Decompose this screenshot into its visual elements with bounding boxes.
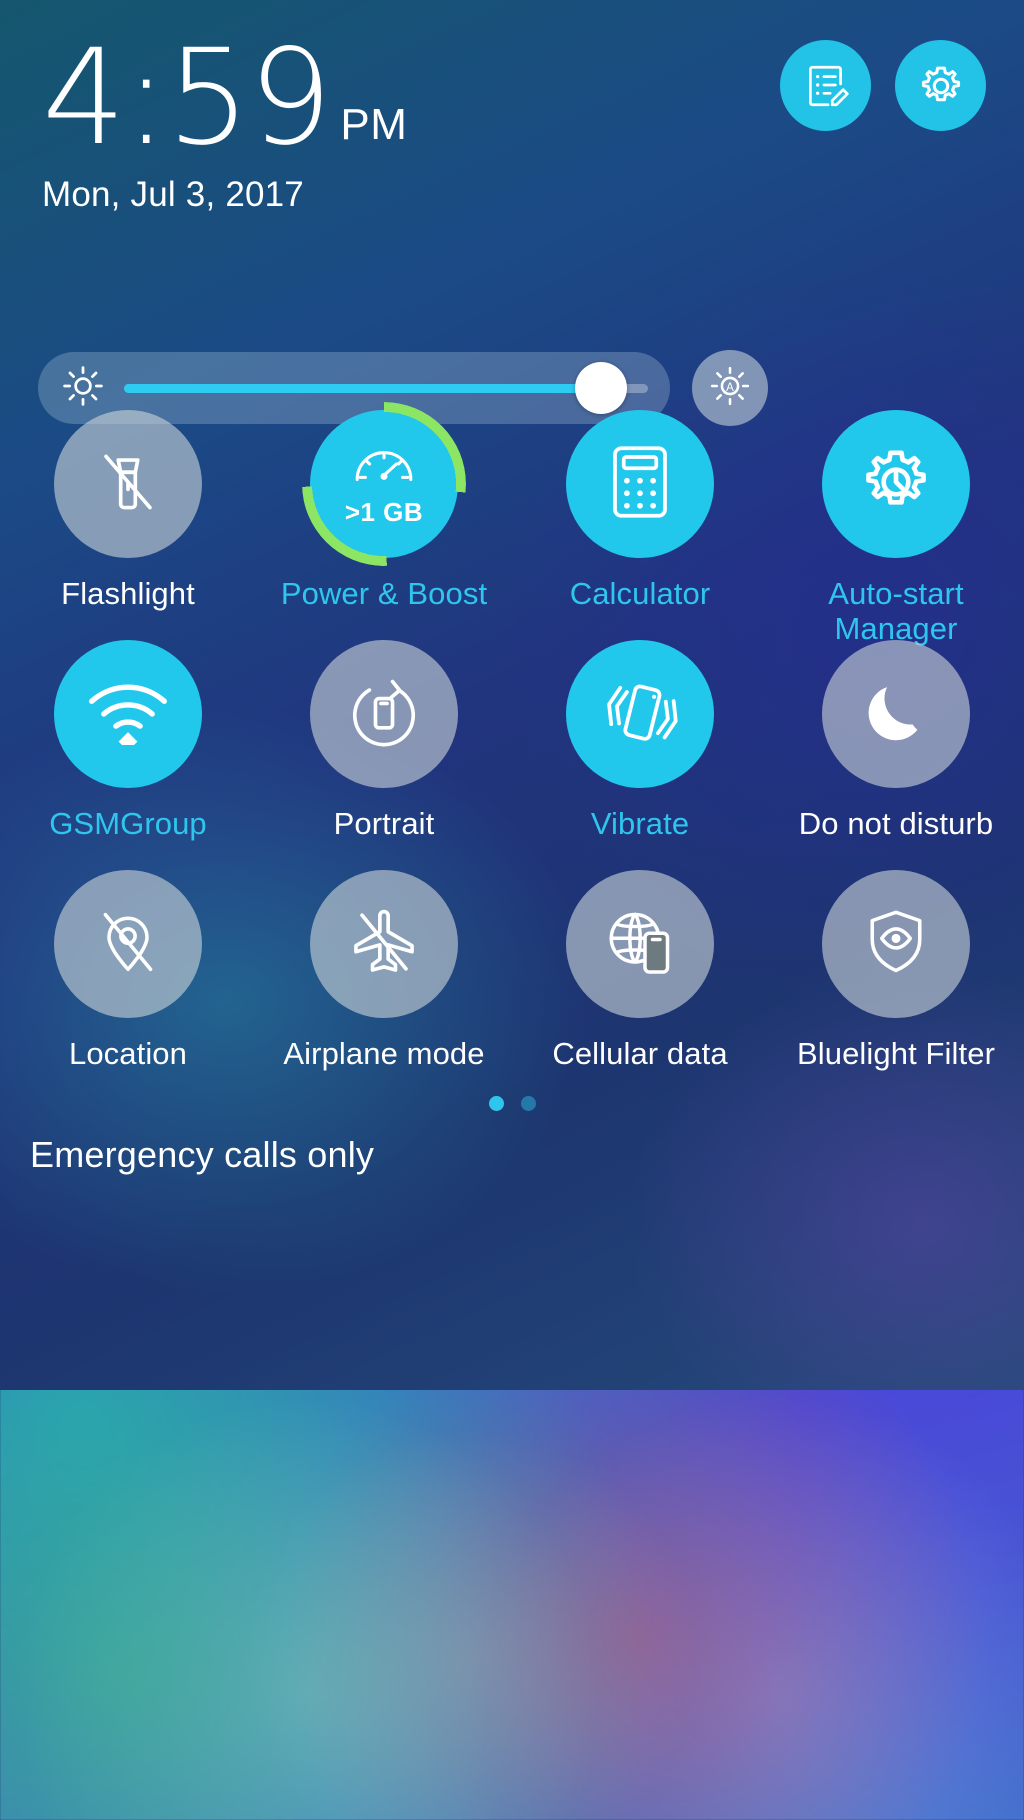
clock-meridiem: PM bbox=[340, 100, 408, 150]
edit-shortcuts-button[interactable] bbox=[780, 40, 871, 131]
tile-calculator[interactable]: Calculator bbox=[512, 400, 768, 626]
gear-icon bbox=[915, 60, 967, 112]
tile-label: Airplane mode bbox=[283, 1036, 485, 1071]
clock-time: 4:59 bbox=[42, 21, 332, 175]
tile-icon-wrap bbox=[54, 410, 202, 558]
tile-icon-wrap: >1 GB bbox=[302, 402, 466, 566]
tile-flashlight[interactable]: Flashlight bbox=[0, 400, 256, 626]
page-dot-1[interactable] bbox=[488, 1096, 504, 1111]
tile-wifi[interactable]: GSMGroup bbox=[0, 630, 256, 856]
moon-icon bbox=[858, 674, 934, 755]
tile-power-boost[interactable]: >1 GB Power & Boost bbox=[256, 400, 512, 626]
tile-label: Flashlight bbox=[61, 576, 195, 611]
tile-icon-wrap bbox=[54, 870, 202, 1018]
tile-label: Vibrate bbox=[590, 806, 690, 841]
tile-location[interactable]: Location bbox=[0, 860, 256, 1086]
screen-rotation-icon bbox=[345, 673, 423, 756]
clock-date: Mon, Jul 3, 2017 bbox=[42, 175, 304, 215]
boost-badge: >1 GB bbox=[344, 497, 424, 527]
shield-eye-icon bbox=[858, 904, 934, 985]
clock-block[interactable]: 4:59 PM Mon, Jul 3, 2017 bbox=[42, 21, 408, 215]
speed-gauge-icon bbox=[351, 440, 417, 495]
page-indicator bbox=[0, 1096, 1024, 1111]
quick-settings-tiles: Flashlight >1 GB Power & Boost Calculato… bbox=[0, 400, 1024, 1086]
cellular-data-icon bbox=[600, 902, 680, 987]
flashlight-off-icon bbox=[89, 443, 167, 526]
tile-label: Calculator bbox=[569, 576, 711, 611]
tile-do-not-disturb[interactable]: Do not disturb bbox=[768, 630, 1024, 856]
tile-icon-wrap bbox=[54, 640, 202, 788]
tile-icon-wrap bbox=[566, 640, 714, 788]
edit-note-icon bbox=[801, 61, 851, 111]
tile-icon-wrap bbox=[310, 640, 458, 788]
vibrate-icon bbox=[600, 672, 680, 757]
header-actions bbox=[780, 40, 986, 131]
tile-icon-wrap bbox=[566, 410, 714, 558]
tile-label: GSMGroup bbox=[49, 806, 207, 841]
boost-inner: >1 GB bbox=[345, 440, 423, 528]
page-dot-2[interactable] bbox=[520, 1096, 536, 1111]
location-off-icon bbox=[90, 904, 166, 985]
brightness-fill bbox=[124, 383, 601, 393]
tile-label: Power & Boost bbox=[280, 576, 488, 611]
autostart-gear-icon bbox=[856, 442, 936, 527]
tile-label: Cellular data bbox=[552, 1036, 728, 1071]
tile-label: Do not disturb bbox=[798, 806, 994, 841]
tile-airplane-mode[interactable]: Airplane mode bbox=[256, 860, 512, 1086]
tile-label: Bluelight Filter bbox=[796, 1036, 995, 1071]
calculator-icon bbox=[604, 442, 676, 527]
tile-label: Portrait bbox=[333, 806, 435, 841]
quick-settings-panel: 4:59 PM Mon, Jul 3, 2017 A Flashlight >1… bbox=[0, 0, 1024, 1390]
tile-icon-wrap bbox=[822, 870, 970, 1018]
svg-text:A: A bbox=[726, 381, 734, 393]
tile-icon-wrap bbox=[822, 640, 970, 788]
tile-autostart-manager[interactable]: Auto-start Manager bbox=[768, 400, 1024, 646]
tile-icon-wrap bbox=[822, 410, 970, 558]
tile-cellular-data[interactable]: Cellular data bbox=[512, 860, 768, 1086]
airplane-off-icon bbox=[345, 903, 423, 986]
tile-bluelight-filter[interactable]: Bluelight Filter bbox=[768, 860, 1024, 1086]
carrier-status-text: Emergency calls only bbox=[30, 1134, 375, 1175]
tile-icon-wrap bbox=[566, 870, 714, 1018]
tile-icon-wrap bbox=[310, 870, 458, 1018]
time-row: 4:59 PM bbox=[42, 21, 408, 175]
quick-settings-screen: 4:59 PM Mon, Jul 3, 2017 A Flashlight >1… bbox=[0, 0, 1024, 1820]
tile-label: Location bbox=[68, 1036, 187, 1071]
tile-vibrate[interactable]: Vibrate bbox=[512, 630, 768, 856]
wifi-icon bbox=[85, 679, 171, 751]
brightness-track[interactable] bbox=[124, 362, 648, 414]
settings-button[interactable] bbox=[895, 40, 986, 131]
tile-portrait[interactable]: Portrait bbox=[256, 630, 512, 856]
